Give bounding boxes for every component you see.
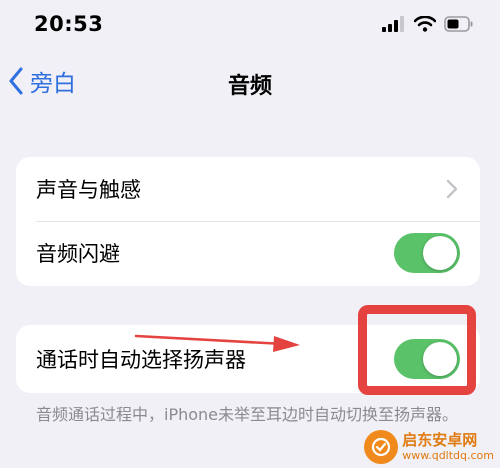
chevron-right-icon — [446, 179, 458, 199]
cellular-signal-icon — [382, 16, 404, 32]
row-label: 声音与触感 — [36, 178, 141, 202]
row-audio-ducking: 音频闪避 — [16, 221, 480, 285]
toggle-knob — [423, 342, 457, 376]
watermark: 启东安卓网 www.qdltdq.com — [364, 430, 494, 464]
wifi-icon — [414, 16, 436, 32]
auto-speaker-toggle[interactable] — [394, 339, 460, 379]
navigation-bar: 旁白 音频 — [0, 56, 500, 108]
settings-group-sound: 声音与触感 音频闪避 — [16, 157, 480, 286]
annotation-arrow-icon — [134, 334, 300, 352]
watermark-title: 启东安卓网 — [402, 431, 478, 449]
page-title: 音频 — [227, 74, 272, 99]
footer-note: 音频通话过程中，iPhone未举至耳边时自动切换至扬声器。 — [36, 405, 459, 424]
watermark-text: 启东安卓网 www.qdltdq.com — [402, 431, 494, 462]
watermark-url: www.qdltdq.com — [402, 449, 494, 462]
status-icons — [382, 16, 474, 32]
row-label: 音频闪避 — [36, 242, 120, 266]
audio-ducking-toggle[interactable] — [394, 233, 460, 273]
toggle-knob — [423, 236, 457, 270]
row-sounds-haptics[interactable]: 声音与触感 — [16, 157, 480, 222]
status-bar: 20:53 — [0, 0, 500, 54]
battery-icon — [444, 16, 473, 32]
watermark-logo-icon — [364, 430, 399, 464]
status-time: 20:53 — [34, 12, 104, 36]
